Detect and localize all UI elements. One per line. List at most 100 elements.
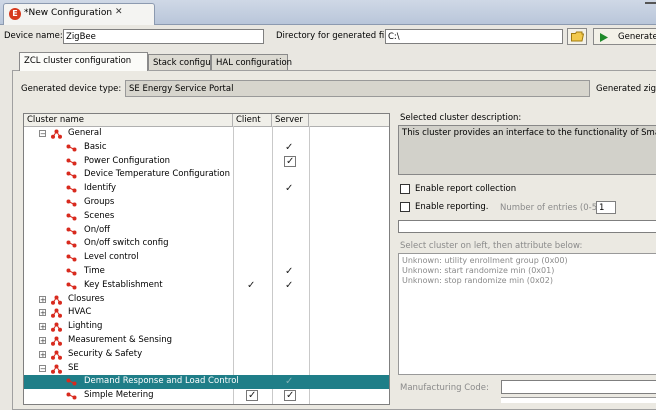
editor-tab-bar: E *New Configuration ✕ bbox=[0, 0, 656, 25]
cluster-name: On/off switch config bbox=[84, 238, 169, 249]
tab-zcl-cluster-configuration[interactable]: ZCL cluster configuration bbox=[19, 52, 148, 71]
table-row[interactable]: Time ✓ bbox=[24, 265, 389, 279]
cluster-name: Key Establishment bbox=[84, 279, 163, 290]
cluster-icon bbox=[66, 227, 77, 238]
cluster-icon bbox=[66, 144, 77, 155]
report-input[interactable] bbox=[398, 220, 656, 233]
table-row[interactable]: Basic ✓ bbox=[24, 141, 389, 155]
table-row[interactable]: Power Configuration ✓ bbox=[24, 155, 389, 169]
browse-folder-button[interactable] bbox=[567, 28, 587, 45]
server-check-icon[interactable]: ✓ bbox=[285, 376, 293, 387]
number-of-entries-label: Number of entries (0-5): bbox=[500, 203, 604, 213]
collapse-icon[interactable]: − bbox=[39, 364, 46, 372]
cluster-name: General bbox=[68, 128, 102, 138]
generate-button[interactable]: Generate bbox=[593, 28, 656, 45]
server-checkbox[interactable]: ✓ bbox=[284, 390, 296, 402]
cluster-name: Security & Safety bbox=[68, 348, 143, 359]
cluster-description-label: Selected cluster description: bbox=[400, 113, 522, 123]
table-row[interactable]: Identify ✓ bbox=[24, 182, 389, 196]
cluster-name: HVAC bbox=[68, 307, 92, 318]
directory-input[interactable]: C:\ bbox=[385, 29, 563, 44]
server-check-icon[interactable]: ✓ bbox=[285, 183, 293, 194]
collapse-icon[interactable]: − bbox=[39, 130, 46, 138]
cluster-icon bbox=[66, 254, 77, 265]
cluster-icon bbox=[66, 171, 77, 182]
server-check-icon[interactable]: ✓ bbox=[285, 142, 293, 153]
cluster-name: Lighting bbox=[68, 321, 103, 332]
cluster-name: Power Configuration bbox=[84, 155, 171, 166]
expand-icon[interactable]: + bbox=[39, 309, 46, 317]
number-of-entries-input[interactable]: 1 bbox=[596, 201, 616, 214]
cluster-name: Scenes bbox=[84, 210, 115, 221]
device-name-input[interactable]: ZigBee bbox=[63, 29, 264, 44]
editor-file-icon: E bbox=[9, 8, 21, 20]
device-type-label: Generated device type: bbox=[21, 84, 122, 94]
table-row[interactable]: + HVAC bbox=[24, 306, 389, 320]
enable-reporting-checkbox[interactable] bbox=[400, 202, 410, 212]
cluster-icon bbox=[66, 158, 77, 169]
table-row[interactable]: Scenes bbox=[24, 210, 389, 224]
cluster-icon bbox=[66, 199, 77, 210]
expand-icon[interactable]: + bbox=[39, 350, 46, 358]
table-row[interactable]: Key Establishment ✓ ✓ bbox=[24, 279, 389, 293]
cluster-name: SE bbox=[68, 362, 79, 373]
manufacturing-code-input[interactable] bbox=[501, 380, 656, 394]
server-checkbox[interactable]: ✓ bbox=[284, 155, 296, 167]
table-row[interactable]: − SE bbox=[24, 362, 389, 376]
list-item[interactable]: Unknown: start randomize min (0x01) bbox=[402, 266, 656, 276]
column-server[interactable]: Server bbox=[272, 114, 309, 126]
close-icon[interactable]: ✕ bbox=[115, 7, 123, 17]
tab-hal-configuration[interactable]: HAL configuration bbox=[211, 54, 292, 70]
expand-icon[interactable]: + bbox=[39, 323, 46, 331]
extra-input[interactable] bbox=[501, 397, 656, 403]
cluster-tree-table[interactable]: Cluster name Client Server − General Basic… bbox=[23, 113, 390, 405]
list-item[interactable]: Unknown: stop randomize min (0x02) bbox=[402, 276, 656, 286]
table-row[interactable]: + Lighting bbox=[24, 320, 389, 334]
server-check-icon[interactable]: ✓ bbox=[285, 280, 293, 291]
attribute-list[interactable]: Unknown: utility enrollment group (0x00)… bbox=[398, 253, 656, 375]
table-row[interactable]: On/off bbox=[24, 224, 389, 238]
column-client[interactable]: Client bbox=[233, 114, 272, 126]
table-row[interactable]: + Security & Safety bbox=[24, 348, 389, 362]
list-item[interactable]: Unknown: utility enrollment group (0x00) bbox=[402, 256, 656, 266]
editor-tab-title: *New Configuration bbox=[24, 8, 113, 18]
table-row[interactable]: Groups bbox=[24, 196, 389, 210]
manufacturing-code-label: Manufacturing Code: bbox=[400, 383, 489, 393]
tab-label: HAL configuration bbox=[216, 58, 293, 68]
client-checkbox[interactable]: ✓ bbox=[246, 390, 258, 402]
generated-zigbee-label: Generated zigb bbox=[596, 84, 656, 94]
minimize-icon[interactable] bbox=[645, 2, 656, 15]
cluster-name: Closures bbox=[68, 293, 105, 304]
expand-icon[interactable]: + bbox=[39, 295, 46, 303]
table-row[interactable]: Simple Metering ✓ ✓ bbox=[24, 389, 389, 403]
cluster-icon bbox=[66, 185, 77, 196]
editor-tab[interactable]: E *New Configuration ✕ bbox=[3, 3, 155, 25]
table-row[interactable]: + Measurement & Sensing bbox=[24, 334, 389, 348]
client-check-icon[interactable]: ✓ bbox=[247, 280, 255, 291]
table-header: Cluster name Client Server bbox=[24, 114, 389, 127]
table-row[interactable]: + Closures bbox=[24, 293, 389, 307]
cluster-name: Groups bbox=[84, 197, 115, 207]
device-type-select[interactable]: SE Energy Service Portal bbox=[125, 80, 590, 97]
enable-report-collection-label: Enable report collection bbox=[415, 184, 517, 194]
enable-report-collection-checkbox[interactable] bbox=[400, 184, 410, 194]
tab-stack-configuration[interactable]: Stack configuration bbox=[148, 54, 236, 70]
cluster-name: Demand Response and Load Control bbox=[84, 376, 239, 387]
cluster-name: Basic bbox=[84, 141, 107, 152]
table-row[interactable]: Device Temperature Configuration bbox=[24, 168, 389, 182]
generate-label: Generate bbox=[618, 32, 656, 42]
attribute-hint-label: Select cluster on left, then attribute b… bbox=[400, 241, 583, 251]
cluster-name: Time bbox=[84, 266, 105, 276]
device-name-label: Device name: bbox=[4, 31, 63, 41]
table-row[interactable]: Demand Response and Load Control ✓ bbox=[24, 375, 389, 390]
tab-label: ZCL cluster configuration bbox=[24, 56, 132, 66]
column-cluster-name[interactable]: Cluster name bbox=[24, 114, 233, 126]
cluster-name: Measurement & Sensing bbox=[68, 335, 172, 345]
cluster-description-text: This cluster provides an interface to th… bbox=[398, 125, 656, 175]
cluster-icon bbox=[66, 240, 77, 251]
table-row[interactable]: Level control bbox=[24, 251, 389, 265]
table-row[interactable]: − General bbox=[24, 127, 389, 141]
server-check-icon[interactable]: ✓ bbox=[285, 266, 293, 277]
expand-icon[interactable]: + bbox=[39, 337, 46, 345]
table-row[interactable]: On/off switch config bbox=[24, 237, 389, 251]
